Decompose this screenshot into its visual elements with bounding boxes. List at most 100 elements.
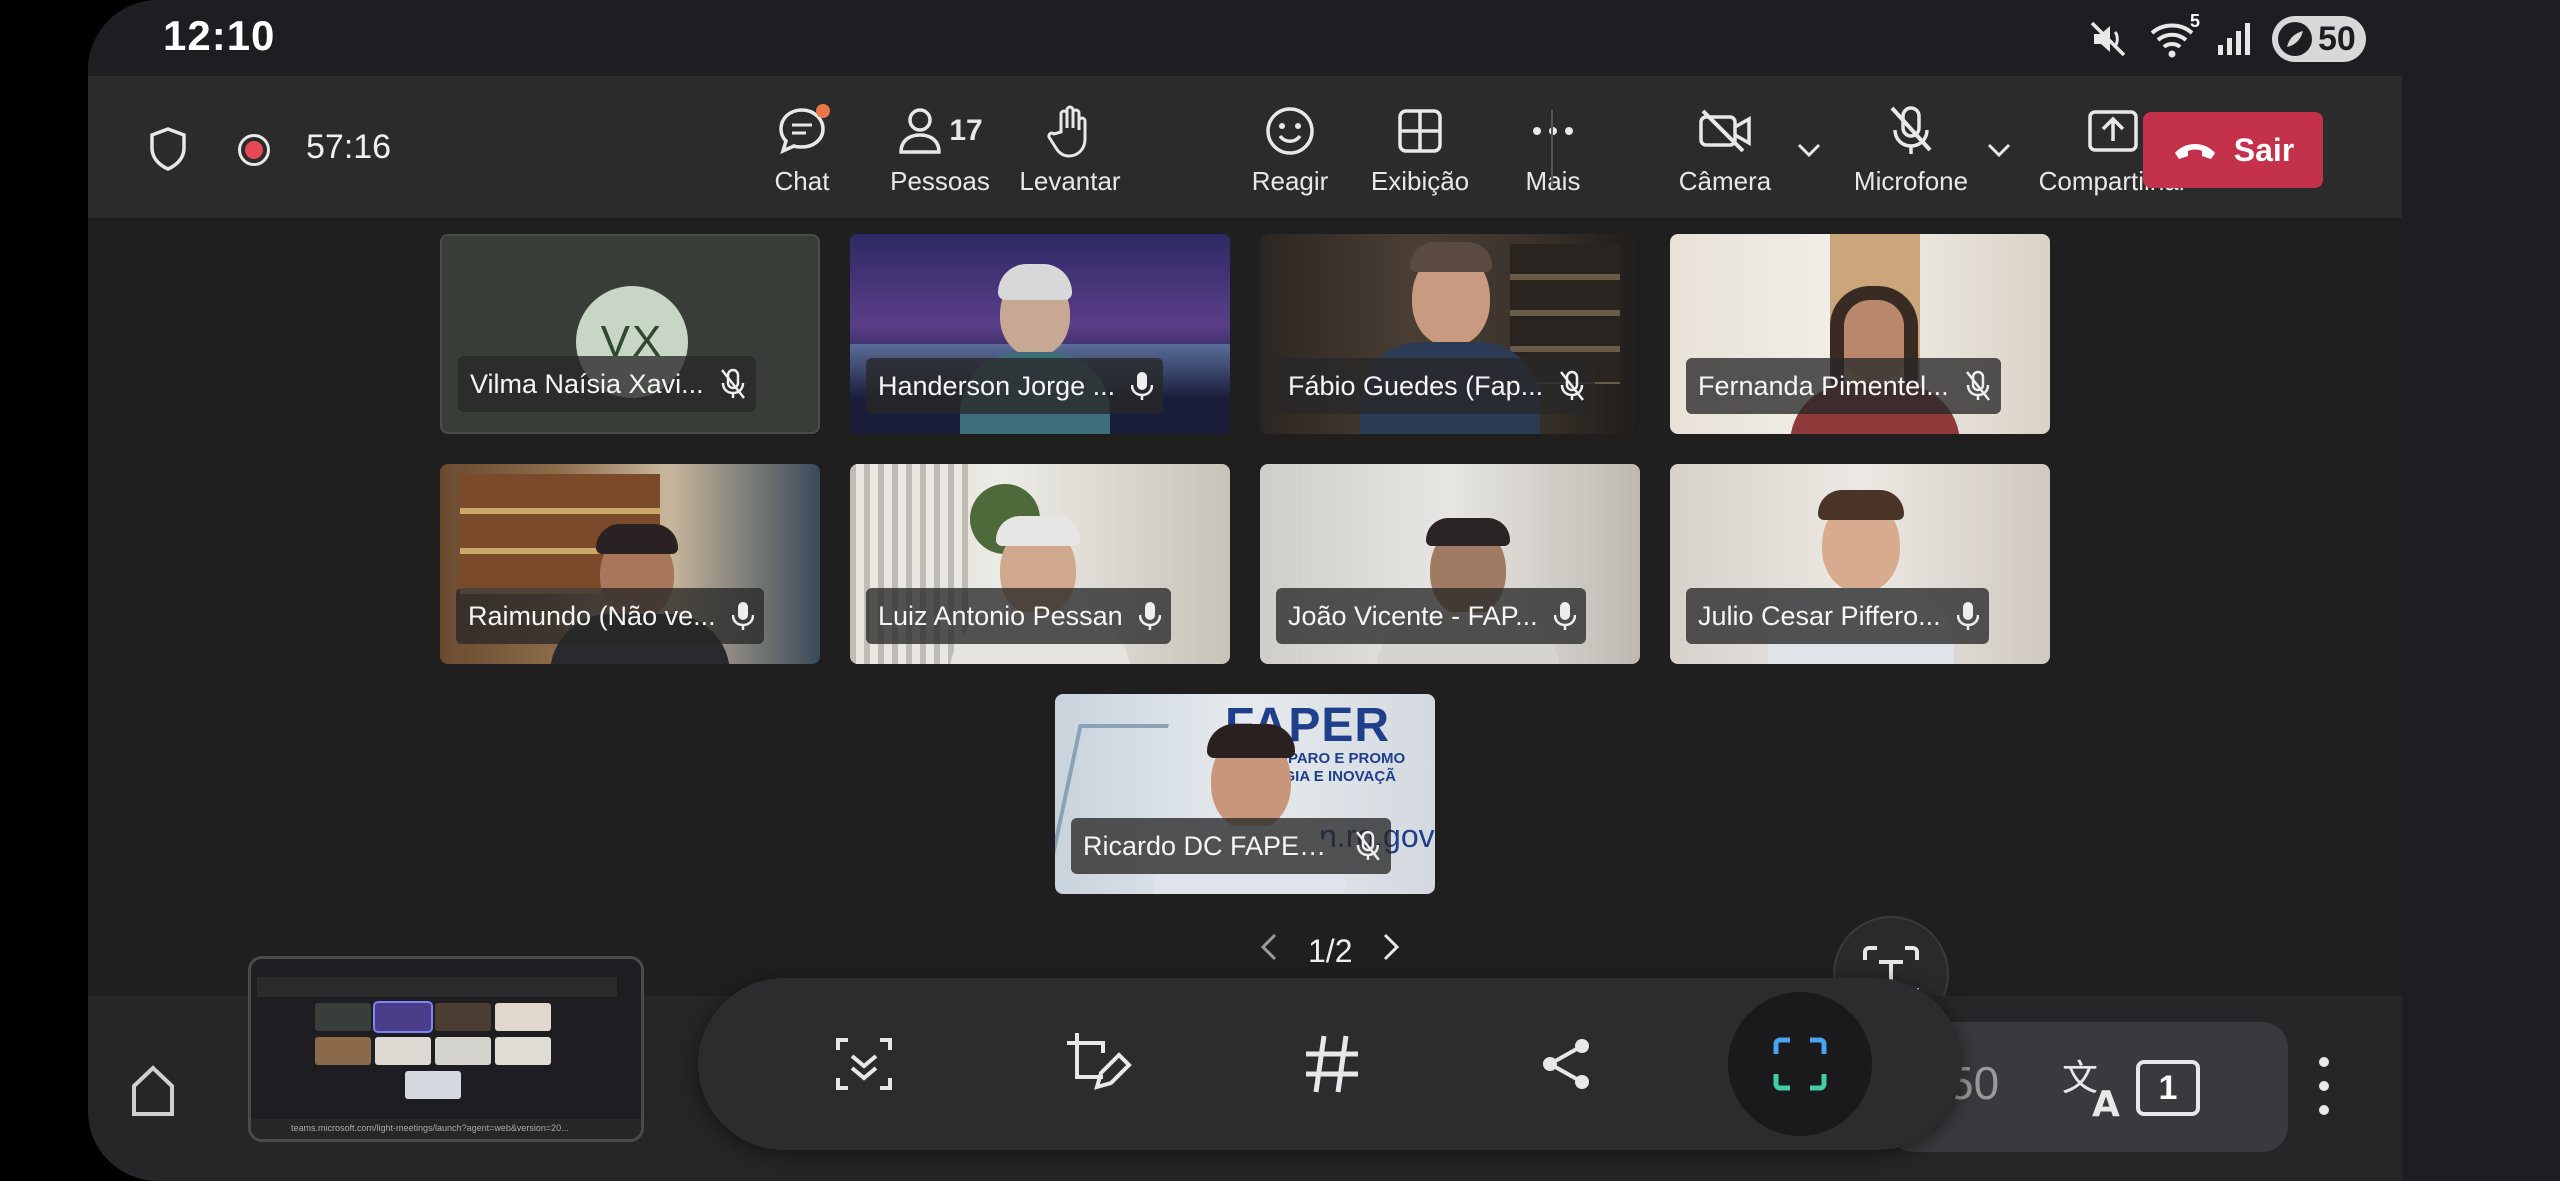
participant-tile[interactable]: FAPER E AMPARO E PROMO OLOGIA E INOVAÇÃ … bbox=[1055, 694, 1435, 894]
person-icon bbox=[899, 108, 942, 154]
mic-icon bbox=[1138, 602, 1161, 630]
phone-screen: 12:10 5 50 57:16 Chat 17 Pessoas Levanta… bbox=[88, 0, 2560, 1181]
menu-dots-icon[interactable] bbox=[2318, 1054, 2330, 1123]
participant-name-bar: Luiz Antonio Pessan bbox=[866, 588, 1171, 644]
toolbar-divider bbox=[1551, 110, 1553, 186]
page-indicator: 1/2 bbox=[1308, 932, 1353, 969]
participant-tile[interactable]: João Vicente - FAP... bbox=[1260, 464, 1640, 664]
scroll-capture-button[interactable] bbox=[814, 1014, 914, 1114]
participant-name-bar: Handerson Jorge ... bbox=[866, 358, 1164, 414]
next-page-chevron-icon[interactable] bbox=[1382, 932, 1400, 970]
chat-button[interactable]: Chat bbox=[752, 100, 852, 210]
home-icon[interactable] bbox=[128, 1060, 178, 1125]
participant-name: Raimundo (Não ve... bbox=[468, 600, 716, 631]
meeting-toolbar: 57:16 Chat 17 Pessoas Levantar Reagir Ex… bbox=[88, 76, 2402, 218]
leave-label: Sair bbox=[2233, 131, 2295, 168]
mic-muted-icon bbox=[1560, 370, 1585, 401]
grid-view-icon bbox=[1398, 109, 1442, 153]
mic-icon bbox=[1131, 372, 1154, 400]
chat-unread-badge bbox=[816, 104, 830, 118]
mic-icon bbox=[1956, 602, 1979, 630]
hashtag-icon bbox=[1306, 1035, 1358, 1093]
raise-hand-icon bbox=[1047, 105, 1087, 158]
battery-level: 50 bbox=[2318, 19, 2356, 58]
chat-label: Chat bbox=[774, 166, 830, 196]
participant-name: Ricardo DC FAPER... bbox=[1083, 830, 1340, 861]
mic-off-icon bbox=[1890, 106, 1932, 154]
tag-button[interactable] bbox=[1282, 1014, 1382, 1114]
recording-icon bbox=[238, 134, 270, 166]
tabs-button[interactable]: 1 bbox=[2136, 1060, 2200, 1116]
participant-tile[interactable]: Fábio Guedes (Fap... bbox=[1260, 234, 1640, 434]
translate-icon[interactable]: 文A bbox=[2060, 1054, 2130, 1125]
draw-button[interactable] bbox=[1048, 1014, 1148, 1114]
mic-chevron-down-icon[interactable] bbox=[1986, 142, 2012, 163]
microphone-label: Microfone bbox=[1853, 166, 1969, 196]
share-screen-icon bbox=[2088, 110, 2138, 152]
battery-indicator: 50 bbox=[2272, 16, 2366, 62]
microphone-button[interactable]: Microfone bbox=[1846, 100, 1976, 210]
participant-name-bar: Julio Cesar Piffero... bbox=[1686, 588, 1989, 644]
participant-tile-active-speaker[interactable]: Handerson Jorge ... bbox=[850, 234, 1230, 434]
share-screenshot-button[interactable] bbox=[1516, 1014, 1616, 1114]
status-bar: 12:10 5 50 bbox=[88, 0, 2560, 76]
teams-meeting-window: 57:16 Chat 17 Pessoas Levantar Reagir Ex… bbox=[88, 76, 2402, 1032]
leave-button[interactable]: Sair bbox=[2143, 112, 2323, 188]
raise-hand-button[interactable]: Levantar bbox=[1010, 100, 1130, 210]
raise-hand-label: Levantar bbox=[1019, 166, 1121, 196]
mic-muted-icon bbox=[1965, 370, 1990, 401]
crop-edit-icon bbox=[1067, 1033, 1132, 1090]
camera-off-icon bbox=[1699, 109, 1751, 153]
smiley-icon bbox=[1266, 107, 1314, 155]
prev-page-chevron-icon[interactable] bbox=[1260, 932, 1278, 970]
react-label: Reagir bbox=[1251, 166, 1329, 196]
people-button[interactable]: 17 Pessoas bbox=[880, 100, 1000, 210]
shield-icon[interactable] bbox=[146, 126, 190, 177]
page-navigator: 1/2 bbox=[1260, 932, 1400, 970]
scroll-capture-icon bbox=[836, 1038, 892, 1090]
participant-tile[interactable]: Julio Cesar Piffero... bbox=[1670, 464, 2050, 664]
participant-tile[interactable]: Fernanda Pimentel... bbox=[1670, 234, 2050, 434]
participant-name-bar: João Vicente - FAP... bbox=[1276, 588, 1586, 644]
participant-name: Vilma Naísia Xavi... bbox=[470, 368, 704, 399]
participant-tile[interactable]: Luiz Antonio Pessan bbox=[850, 464, 1230, 664]
more-dots-icon bbox=[1533, 127, 1573, 135]
people-label: Pessoas bbox=[890, 166, 990, 196]
mic-icon bbox=[731, 602, 754, 630]
device-frame: 12:10 5 50 57:16 Chat 17 Pessoas Levanta… bbox=[0, 0, 2560, 1181]
participant-tile[interactable]: VX Vilma Naísia Xavi... bbox=[440, 234, 820, 434]
participant-tile[interactable]: Raimundo (Não ve... bbox=[440, 464, 820, 664]
participant-name-bar: Raimundo (Não ve... bbox=[456, 588, 764, 644]
camera-label: Câmera bbox=[1678, 166, 1772, 196]
camera-chevron-down-icon[interactable] bbox=[1796, 142, 1822, 163]
smart-select-button[interactable] bbox=[1728, 992, 1872, 1136]
meeting-timer: 57:16 bbox=[306, 128, 392, 166]
mic-icon bbox=[1553, 602, 1576, 630]
screenshot-toolbar bbox=[698, 978, 1962, 1150]
status-icons: 5 50 bbox=[2088, 11, 2366, 64]
participant-name-bar: Fábio Guedes (Fap... bbox=[1276, 358, 1596, 414]
participant-name: Julio Cesar Piffero... bbox=[1698, 600, 1941, 631]
focus-frame-icon bbox=[1773, 1037, 1827, 1091]
people-count: 17 bbox=[949, 114, 983, 147]
svg-text:A: A bbox=[2092, 1084, 2120, 1120]
screenshot-thumbnail[interactable]: teams.microsoft.com/light-meetings/launc… bbox=[248, 956, 644, 1142]
mute-icon bbox=[2088, 19, 2128, 59]
camera-button[interactable]: Câmera bbox=[1675, 100, 1775, 210]
participant-name: Fernanda Pimentel... bbox=[1698, 370, 1949, 401]
react-button[interactable]: Reagir bbox=[1240, 100, 1340, 210]
more-button[interactable]: Mais bbox=[1503, 100, 1603, 210]
view-button[interactable]: Exibição bbox=[1360, 100, 1480, 210]
participant-name: Luiz Antonio Pessan bbox=[878, 600, 1123, 631]
wifi-icon: 5 bbox=[2148, 11, 2200, 59]
participant-name-bar: Fernanda Pimentel... bbox=[1686, 358, 2001, 414]
view-label: Exibição bbox=[1370, 166, 1470, 196]
mic-muted-icon bbox=[720, 368, 745, 399]
share-icon bbox=[1543, 1039, 1589, 1089]
hang-up-icon bbox=[2174, 144, 2215, 159]
status-clock: 12:10 bbox=[163, 12, 276, 59]
participant-name: Fábio Guedes (Fap... bbox=[1288, 370, 1544, 401]
wifi-badge: 5 bbox=[2189, 11, 2200, 31]
participant-name: João Vicente - FAP... bbox=[1288, 600, 1538, 631]
participant-name: Handerson Jorge ... bbox=[878, 370, 1116, 401]
